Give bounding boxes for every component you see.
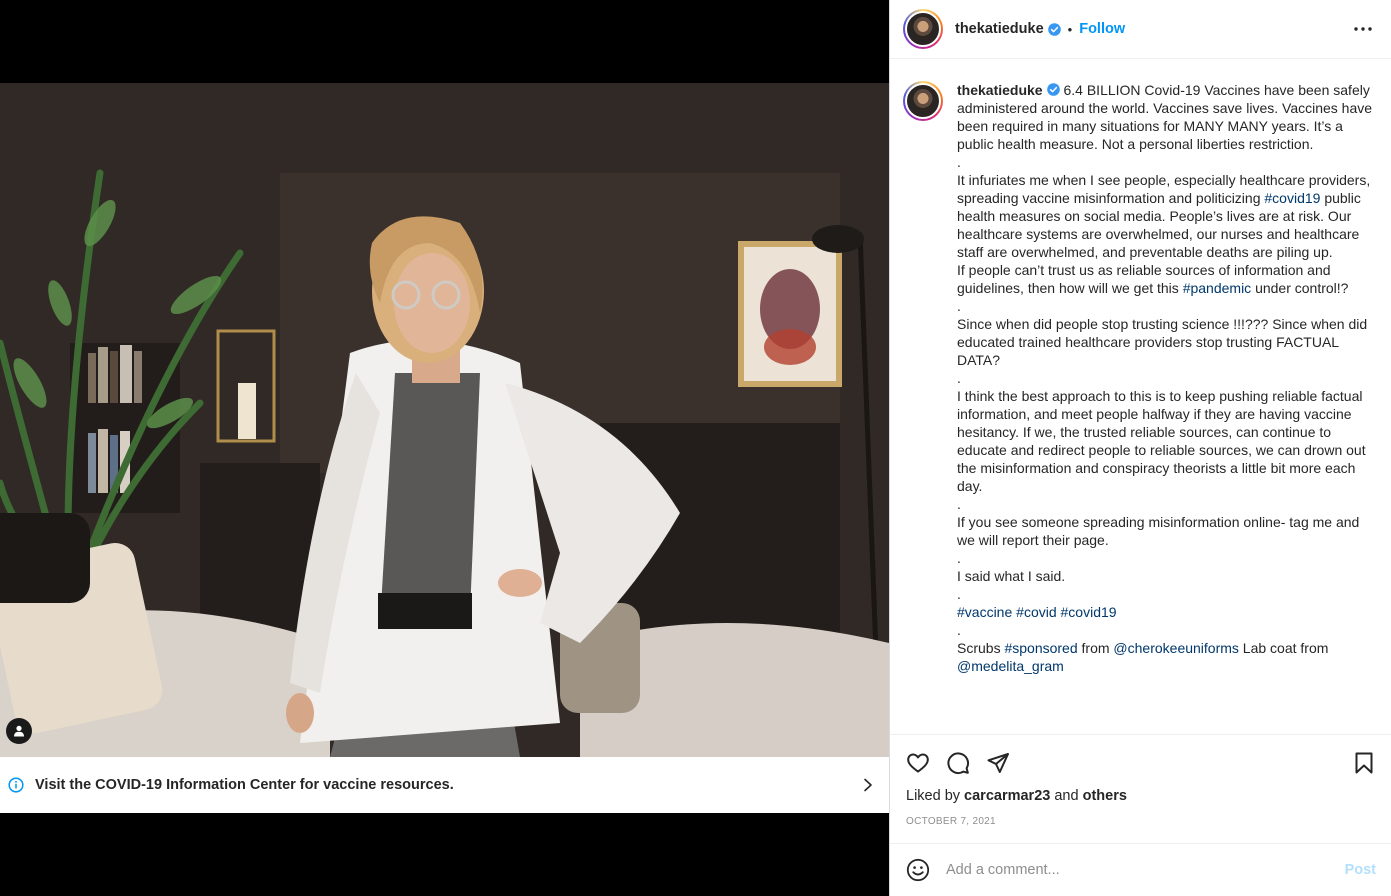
caption-paragraph-6: If you see someone spreading misinformat… (957, 514, 1360, 548)
mention-cherokeeuniforms[interactable]: @cherokeeuniforms (1113, 640, 1239, 656)
caption-dot: . (957, 154, 961, 170)
chevron-right-icon (861, 778, 875, 792)
comment-bubble-icon (947, 752, 970, 775)
header-username[interactable]: thekatieduke (955, 21, 1044, 37)
follow-button[interactable]: Follow (1079, 21, 1125, 37)
hashtag-covid19[interactable]: #covid19 (1061, 604, 1117, 620)
caption-paragraph-4: Since when did people stop trusting scie… (957, 316, 1368, 368)
post-date[interactable]: OCTOBER 7, 2021 (906, 816, 1376, 827)
post-actions: Liked by carcarmar23 and others OCTOBER … (890, 734, 1391, 827)
caption-username[interactable]: thekatieduke (957, 82, 1043, 98)
media-pane: Visit the COVID-19 Information Center fo… (0, 0, 889, 896)
caption-dot: . (957, 496, 961, 512)
caption-paragraph-3b: under control!? (1251, 280, 1349, 296)
covid-info-text: Visit the COVID-19 Information Center fo… (35, 777, 454, 793)
paper-plane-icon (987, 753, 1009, 773)
avatar[interactable] (903, 9, 943, 49)
hashtag-vaccine[interactable]: #vaccine (957, 604, 1012, 620)
caption-paragraph-8b: from (1077, 640, 1114, 656)
caption-paragraph-7: I said what I said. (957, 568, 1066, 584)
liked-user[interactable]: carcarmar23 (964, 788, 1050, 804)
action-icons-row (906, 735, 1376, 789)
comment-button[interactable] (946, 751, 970, 775)
hashtag-sponsored[interactable]: #sponsored (1004, 640, 1077, 656)
covid-info-banner[interactable]: Visit the COVID-19 Information Center fo… (0, 757, 889, 813)
post-comment-button[interactable]: Post (1345, 862, 1376, 878)
hashtag-covid19[interactable]: #covid19 (1264, 190, 1320, 206)
header-separator: • (1067, 21, 1073, 37)
caption-row: thekatieduke 6.4 BILLION Covid-19 Vaccin… (903, 81, 1379, 675)
share-button[interactable] (986, 751, 1010, 775)
mention-medelita-gram[interactable]: @medelita_gram (957, 658, 1064, 674)
comment-input[interactable] (946, 862, 1345, 878)
like-button[interactable] (906, 751, 930, 775)
more-horizontal-icon (1354, 27, 1372, 31)
caption-text: thekatieduke 6.4 BILLION Covid-19 Vaccin… (957, 81, 1377, 675)
likes-summary: Liked by carcarmar23 and others (906, 788, 1376, 804)
more-options-button[interactable] (1351, 17, 1375, 41)
verified-badge-icon (1047, 22, 1061, 36)
caption-dot: . (957, 298, 961, 314)
save-button[interactable] (1352, 751, 1376, 775)
caption-dot: . (957, 370, 961, 386)
caption-paragraph-8c: Lab coat from (1238, 640, 1329, 656)
caption-dot: . (957, 622, 961, 638)
liked-prefix: Liked by (906, 788, 961, 804)
emoji-smile-icon (906, 858, 930, 882)
caption-paragraph-8a: Scrubs (957, 640, 1005, 656)
emoji-button[interactable] (906, 858, 930, 882)
verified-badge-icon (1046, 83, 1060, 96)
post-photo[interactable] (0, 83, 889, 757)
caption-dot: . (957, 550, 961, 566)
bookmark-icon (1355, 752, 1373, 774)
post-side-panel: thekatieduke • Follow thekatieduke 6.4 B… (889, 0, 1391, 896)
hashtag-covid[interactable]: #covid (1016, 604, 1056, 620)
caption-dot: . (957, 586, 961, 602)
comment-bar: Post (890, 843, 1391, 896)
user-tag-button[interactable] (6, 718, 32, 744)
caption-avatar[interactable] (903, 81, 943, 121)
caption-paragraph-5: I think the best approach to this is to … (957, 388, 1366, 494)
hashtag-pandemic[interactable]: #pandemic (1183, 280, 1252, 296)
post-header: thekatieduke • Follow (890, 0, 1391, 59)
user-tag-icon (14, 725, 24, 737)
liked-others[interactable]: others (1083, 788, 1127, 804)
caption-area: thekatieduke 6.4 BILLION Covid-19 Vaccin… (890, 59, 1391, 734)
liked-and: and (1054, 788, 1079, 804)
heart-icon (907, 753, 929, 773)
info-circle-icon (8, 777, 24, 793)
post-photo-illustration (0, 83, 889, 757)
